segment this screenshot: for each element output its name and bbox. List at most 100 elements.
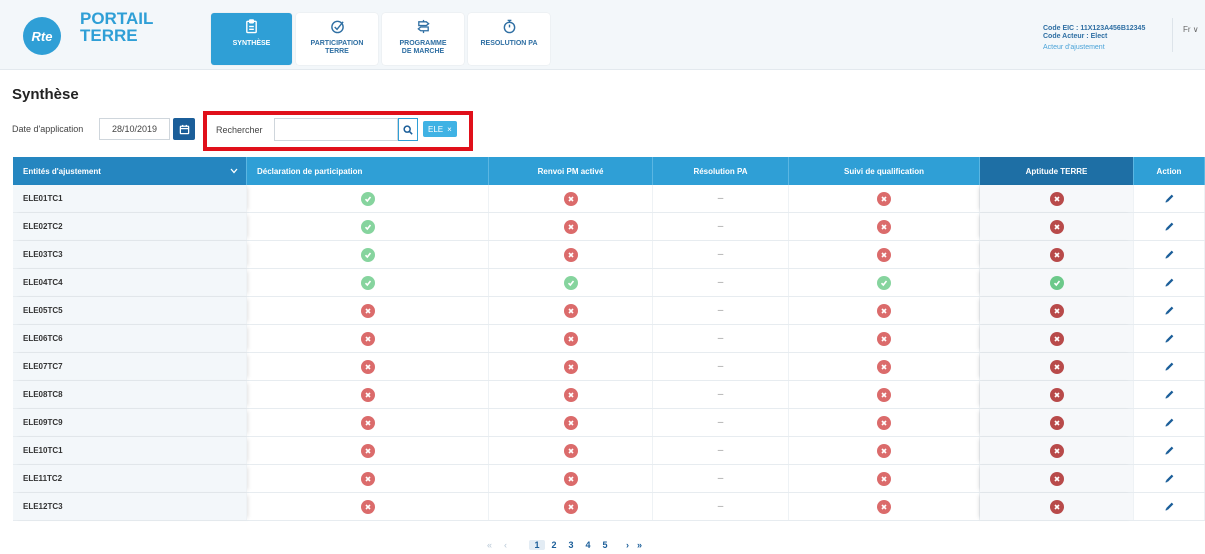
search-button[interactable] [398,118,418,141]
nav-participation-label: PARTICIPATION TERRE [310,40,364,55]
edit-pencil-icon[interactable] [1164,361,1175,372]
status-ko-icon [360,331,375,346]
nav-synthese[interactable]: SYNTHÈSE [211,13,292,65]
status-ko-icon [360,415,375,430]
search-input[interactable] [274,118,398,141]
chevron-down-icon[interactable] [230,168,238,174]
user-role: Acteur d'ajustement [1043,44,1105,51]
status-ko-icon [877,443,891,458]
declaration-cell [247,381,489,408]
declaration-cell [247,325,489,352]
action-cell [1134,185,1205,212]
first-page-button[interactable]: « [487,540,492,550]
table-row[interactable]: ELE07TC7 – [13,353,1205,381]
edit-pencil-icon[interactable] [1164,193,1175,204]
declaration-cell [247,353,489,380]
action-cell [1134,465,1205,492]
status-ko-icon [877,471,891,486]
entities-table: Entités d'ajustement Déclaration de part… [13,157,1205,521]
aptitude-cell [980,269,1134,296]
close-icon[interactable]: × [447,125,452,134]
status-ko-icon [360,471,375,486]
date-input[interactable]: 28/10/2019 [99,118,170,140]
calendar-button[interactable] [173,118,195,140]
status-ko-icon [1049,247,1064,262]
status-ko-icon [877,331,891,346]
column-header-entites[interactable]: Entités d'ajustement [13,157,247,185]
renvoi-cell [489,381,653,408]
edit-pencil-icon[interactable] [1164,473,1175,484]
rte-logo[interactable]: Rte [23,17,61,55]
action-cell [1134,381,1205,408]
edit-pencil-icon[interactable] [1164,389,1175,400]
status-ok-icon [877,275,891,290]
table-row[interactable]: ELE04TC4 – [13,269,1205,297]
action-cell [1134,241,1205,268]
language-select[interactable]: Fr ∨ [1183,25,1199,34]
table-row[interactable]: ELE03TC3 – [13,241,1205,269]
table-row[interactable]: ELE11TC2 – [13,465,1205,493]
nav-synthese-label: SYNTHÈSE [232,40,271,47]
table-row[interactable]: ELE08TC8 – [13,381,1205,409]
table-row[interactable]: ELE09TC9 – [13,409,1205,437]
table-row[interactable]: ELE12TC3 – [13,493,1205,521]
status-ok-icon [563,275,578,290]
status-ko-icon [563,331,578,346]
suivi-cell [789,437,980,464]
status-ko-icon [1049,387,1064,402]
column-header-declaration: Déclaration de participation [247,157,489,185]
status-ko-icon [563,359,578,374]
table-row[interactable]: ELE06TC6 – [13,325,1205,353]
next-page-button[interactable]: › [626,540,629,550]
edit-pencil-icon[interactable] [1164,305,1175,316]
last-page-button[interactable]: » [637,540,642,550]
entity-name: ELE08TC8 [13,381,247,408]
status-ko-icon [360,359,375,374]
status-ko-icon [563,387,578,402]
table-row[interactable]: ELE05TC5 – [13,297,1205,325]
status-ok-icon [360,219,375,234]
nav-programme-marche[interactable]: PROGRAMME DE MARCHE [382,13,464,65]
brand-line-1: PORTAIL [80,9,154,28]
edit-pencil-icon[interactable] [1164,417,1175,428]
edit-pencil-icon[interactable] [1164,221,1175,232]
edit-pencil-icon[interactable] [1164,277,1175,288]
table-header: Entités d'ajustement Déclaration de part… [13,157,1205,185]
calendar-icon [179,124,189,134]
entity-name: ELE10TC1 [13,437,247,464]
aptitude-cell [980,493,1134,520]
declaration-cell [247,493,489,520]
page-5-button[interactable]: 5 [597,540,613,550]
status-ok-icon [360,191,375,206]
status-ok-icon [1049,275,1064,290]
table-row[interactable]: ELE10TC1 – [13,437,1205,465]
edit-pencil-icon[interactable] [1164,501,1175,512]
page-4-button[interactable]: 4 [580,540,596,550]
check-circle-icon [330,20,344,34]
prev-page-button[interactable]: ‹ [504,540,507,550]
edit-pencil-icon[interactable] [1164,445,1175,456]
nav-resolution-pa[interactable]: RESOLUTION PA [468,13,550,65]
action-cell [1134,269,1205,296]
suivi-cell [789,381,980,408]
suivi-cell [789,325,980,352]
page-1-button[interactable]: 1 [529,540,546,550]
table-row[interactable]: ELE01TC1 – [13,185,1205,213]
action-cell [1134,213,1205,240]
page-3-button[interactable]: 3 [563,540,579,550]
edit-pencil-icon[interactable] [1164,249,1175,260]
entity-name: ELE11TC2 [13,465,247,492]
status-ko-icon [877,387,891,402]
edit-pencil-icon[interactable] [1164,333,1175,344]
search-icon [403,124,413,135]
nav-participation-terre[interactable]: PARTICIPATION TERRE [296,13,378,65]
table-row[interactable]: ELE02TC2 – [13,213,1205,241]
status-ko-icon [563,499,578,514]
filter-chip-label: ELE [428,124,444,134]
filter-chip[interactable]: ELE × [423,121,457,137]
page-2-button[interactable]: 2 [546,540,562,550]
renvoi-cell [489,493,653,520]
entity-name: ELE07TC7 [13,353,247,380]
aptitude-cell [980,381,1134,408]
suivi-cell [789,465,980,492]
